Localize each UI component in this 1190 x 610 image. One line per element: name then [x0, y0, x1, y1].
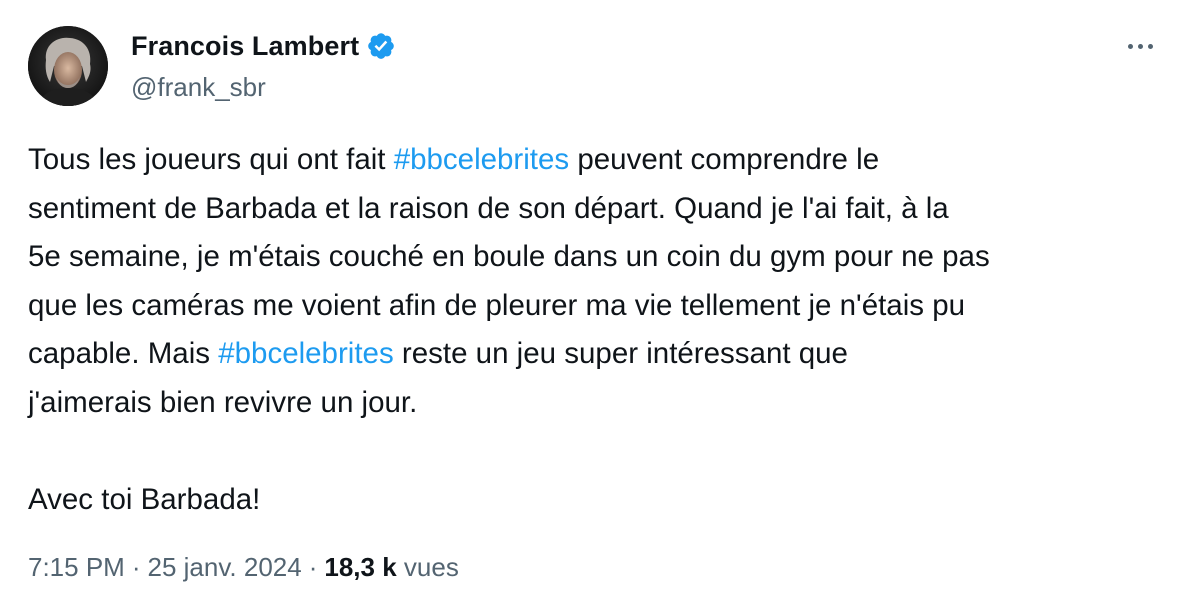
tweet-text: Tous les joueurs qui ont fait #bbcelebri…: [28, 136, 1168, 524]
tweet-text-line: 5e semaine, je m'étais couché en boule d…: [28, 233, 1168, 282]
tweet-text-line: Avec toi Barbada!: [28, 476, 1168, 525]
tweet-card: Francois Lambert @frank_sbr Tous les jou…: [0, 0, 1190, 610]
tweet-text-segment: sentiment de Barbada et la raison de son…: [28, 191, 949, 225]
tweet-text-line: que les caméras me voient afin de pleure…: [28, 282, 1168, 331]
views-label: vues: [403, 552, 459, 582]
avatar[interactable]: [28, 26, 108, 106]
tweet-date[interactable]: 25 janv. 2024: [148, 552, 302, 582]
tweet-text-segment: Tous les joueurs qui ont fait: [28, 143, 394, 176]
separator-dot: ·: [308, 552, 318, 582]
tweet-meta: 7:15 PM · 25 janv. 2024 · 18,3 k vues: [28, 552, 459, 583]
tweet-text-segment: 5e semaine, je m'étais couché en boule d…: [28, 240, 990, 273]
tweet-text-line: sentiment de Barbada et la raison de son…: [28, 185, 1168, 234]
name-row: Francois Lambert: [131, 28, 396, 64]
user-handle[interactable]: @frank_sbr: [131, 72, 396, 103]
more-options-button[interactable]: [1120, 34, 1160, 58]
avatar-image: [28, 26, 108, 106]
tweet-time[interactable]: 7:15 PM: [28, 552, 125, 582]
tweet-text-segment: j'aimerais bien revivre un jour.: [28, 385, 418, 419]
tweet-text-line: capable. Mais #bbcelebrites reste un jeu…: [28, 330, 1168, 379]
hashtag-link[interactable]: #bbcelebrites: [394, 143, 569, 176]
verified-badge-icon[interactable]: [366, 31, 396, 61]
tweet-text-segment: capable. Mais: [28, 337, 219, 370]
tweet-text-line: Tous les joueurs qui ont fait #bbcelebri…: [28, 136, 1168, 185]
more-horizontal-icon: [1127, 43, 1133, 49]
tweet-text-segment: Avec toi Barbada!: [28, 482, 261, 516]
tweet-text-line: j'aimerais bien revivre un jour.: [28, 379, 1168, 428]
separator-dot: ·: [131, 552, 141, 582]
more-horizontal-icon: [1137, 43, 1143, 49]
more-horizontal-icon: [1147, 43, 1153, 49]
display-name[interactable]: Francois Lambert: [131, 31, 359, 62]
tweet-text-segment: reste un jeu super intéressant que: [393, 337, 848, 370]
tweet-text-segment: peuvent comprendre le: [569, 143, 880, 176]
hashtag-link[interactable]: #bbcelebrites: [218, 337, 393, 370]
tweet-text-segment: que les caméras me voient afin de pleure…: [28, 288, 966, 322]
views-count: 18,3 k: [324, 552, 397, 582]
author-block: Francois Lambert @frank_sbr: [131, 28, 396, 103]
